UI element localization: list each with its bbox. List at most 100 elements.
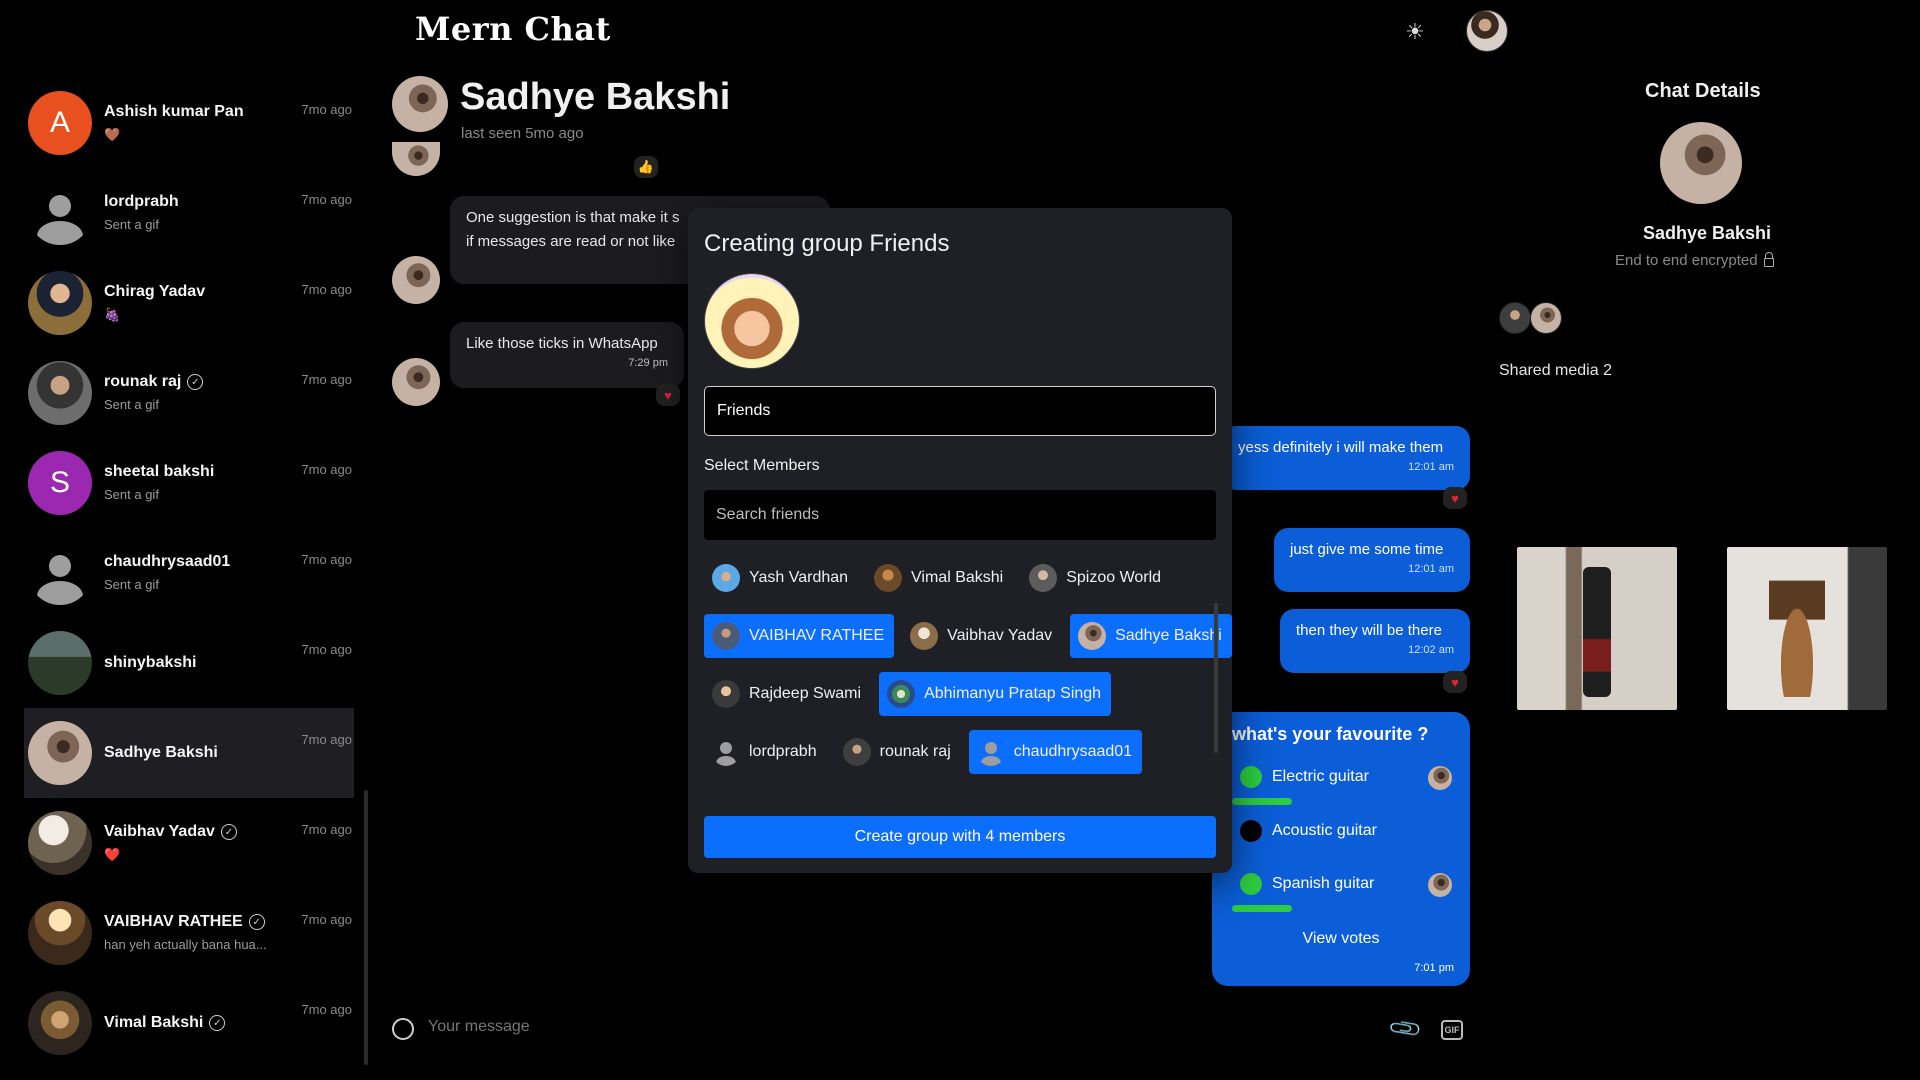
chat-avatar[interactable] <box>392 76 448 132</box>
message-input[interactable] <box>428 1018 928 1036</box>
sender-avatar <box>392 256 440 304</box>
conversation-name: Vaibhav Yadav <box>104 823 215 840</box>
conversation-time: 7mo ago <box>301 822 352 837</box>
conversation-item[interactable]: A Ashish kumar Pan 🤎 7mo ago <box>24 78 354 168</box>
member-avatar[interactable] <box>1499 302 1531 334</box>
details-name: Sadhye Bakshi <box>1643 223 1772 243</box>
member-list-scrollbar[interactable] <box>1214 603 1218 753</box>
conversation-item[interactable]: Vimal Bakshi ✓ 7mo ago <box>24 978 354 1068</box>
member-chip[interactable]: lordprabh <box>704 730 827 774</box>
conversation-preview: 🤎 <box>104 127 121 142</box>
profile-avatar[interactable] <box>1466 10 1508 52</box>
app-logo: Mern Chat <box>415 10 611 48</box>
message-time: 12:01 am <box>1408 461 1454 473</box>
conversation-item[interactable]: Vaibhav Yadav ✓ ❤️ 7mo ago <box>24 798 354 888</box>
conversation-name: Chirag Yadav <box>104 283 206 300</box>
create-group-modal: Creating group Friends Select Members Ya… <box>688 208 1232 873</box>
heart-reaction[interactable]: ♥ <box>656 384 680 406</box>
member-chip[interactable]: Vaibhav Yadav <box>902 614 1062 658</box>
conversation-time: 7mo ago <box>301 552 352 567</box>
message-bubble[interactable]: then they will be there 12:02 am <box>1280 609 1470 673</box>
message-text: then they will be there <box>1296 622 1442 639</box>
voter-avatar <box>1428 766 1452 790</box>
conversation-item[interactable]: S sheetal bakshi Sent a gif 7mo ago <box>24 438 354 528</box>
group-avatar[interactable] <box>704 273 800 369</box>
avatar <box>28 901 92 965</box>
member-chip[interactable]: Rajdeep Swami <box>704 672 871 716</box>
details-avatar <box>1660 122 1742 204</box>
group-name-field[interactable] <box>704 386 1216 436</box>
sidebar-scrollbar[interactable] <box>364 790 368 1065</box>
poll-question: what's your favourite ? <box>1232 724 1429 744</box>
avatar-initial: S <box>49 466 70 499</box>
shared-media-thumbnail[interactable] <box>1517 547 1677 710</box>
conversation-preview: Sent a gif <box>104 577 159 592</box>
member-name: Sadhye Bakshi <box>1115 627 1222 644</box>
search-friends-input[interactable] <box>704 490 1216 540</box>
member-name: rounak raj <box>879 743 951 760</box>
conversation-preview: Sent a gif <box>104 487 159 502</box>
conversation-preview: Sent a gif <box>104 217 159 232</box>
conversation-time: 7mo ago <box>301 642 352 657</box>
member-name: chaudhrysaad01 <box>1013 743 1133 760</box>
member-chip-list: Yash Vardhan Vimal Bakshi Spizoo World V… <box>704 556 1232 788</box>
avatar-initial: A <box>49 106 70 139</box>
member-avatar <box>1078 622 1107 650</box>
conversation-item[interactable]: shinybakshi 7mo ago <box>24 618 354 708</box>
avatar <box>28 361 92 425</box>
conversation-item[interactable]: lordprabh Sent a gif 7mo ago <box>24 168 354 258</box>
poll-option[interactable]: Acoustic guitar <box>1240 820 1377 842</box>
encryption-note: End to end encrypted <box>1615 252 1774 269</box>
avatar <box>28 811 92 875</box>
member-name: Yash Vardhan <box>749 569 849 586</box>
conversation-preview: han yeh actually bana hua... <box>104 937 267 952</box>
member-chip-selected[interactable]: Abhimanyu Pratap Singh <box>879 672 1112 716</box>
message-bubble[interactable]: yess definitely i will make them 12:01 a… <box>1222 426 1470 490</box>
create-group-button[interactable]: Create group with 4 members <box>704 816 1216 858</box>
shared-media-thumbnail[interactable] <box>1727 547 1887 710</box>
message-bubble[interactable]: Like those ticks in WhatsApp 7:29 pm <box>450 322 684 388</box>
emoji-icon[interactable] <box>392 1018 414 1040</box>
member-avatar <box>712 564 740 592</box>
member-chip-selected[interactable]: chaudhrysaad01 <box>968 730 1143 774</box>
message-time: 7:01 pm <box>1414 962 1454 974</box>
member-chip-selected[interactable]: Sadhye Bakshi <box>1070 614 1232 658</box>
member-avatar[interactable] <box>1530 302 1562 334</box>
member-chip-selected[interactable]: VAIBHAV RATHEE <box>704 614 895 658</box>
member-avatar <box>887 680 916 708</box>
conversation-item[interactable]: VAIBHAV RATHEE ✓ han yeh actually bana hua… <box>24 888 354 978</box>
heart-reaction[interactable]: ♥ <box>1443 487 1467 509</box>
thumbs-up-reaction[interactable]: 👍 <box>634 156 658 178</box>
message-text: Like those ticks in WhatsApp <box>466 335 658 352</box>
poll-option-label: Electric guitar <box>1272 768 1369 785</box>
conversation-time: 7mo ago <box>301 1002 352 1017</box>
default-avatar-icon <box>977 738 1005 766</box>
gif-icon[interactable]: GIF <box>1441 1020 1463 1040</box>
member-chip[interactable]: Spizoo World <box>1021 556 1171 600</box>
conversation-item[interactable]: Chirag Yadav 🍇 7mo ago <box>24 258 354 348</box>
member-chip[interactable]: rounak raj <box>835 730 961 774</box>
conversation-item[interactable]: chaudhrysaad01 Sent a gif 7mo ago <box>24 528 354 618</box>
poll-option-label: Acoustic guitar <box>1272 822 1377 839</box>
conversation-name: rounak raj <box>104 373 182 390</box>
poll-option[interactable]: Spanish guitar <box>1240 873 1374 895</box>
poll-option[interactable]: Electric guitar <box>1240 766 1369 788</box>
conversation-item-active[interactable]: Sadhye Bakshi 7mo ago <box>24 708 354 798</box>
poll-option-dot <box>1240 766 1262 788</box>
view-votes-link[interactable]: View votes <box>1212 930 1470 948</box>
member-chip[interactable]: Yash Vardhan <box>704 556 858 600</box>
message-bubble[interactable]: just give me some time 12:01 am <box>1274 528 1470 592</box>
lock-icon <box>1763 252 1774 267</box>
conversation-item[interactable]: rounak raj ✓ Sent a gif 7mo ago <box>24 348 354 438</box>
sun-icon[interactable]: ☀ <box>1397 14 1433 50</box>
voter-avatar <box>1428 873 1452 897</box>
heart-reaction[interactable]: ♥ <box>1443 671 1467 693</box>
member-chip[interactable]: Vimal Bakshi <box>866 556 1013 600</box>
last-seen-status: last seen 5mo ago <box>461 125 584 142</box>
member-avatar <box>712 622 740 650</box>
member-avatar <box>1029 564 1058 592</box>
conversation-name: Ashish kumar Pan <box>104 103 244 120</box>
paperclip-icon[interactable]: 📎 <box>1387 1010 1425 1048</box>
member-name: Abhimanyu Pratap Singh <box>924 685 1102 702</box>
poll-option-dot <box>1240 873 1262 895</box>
